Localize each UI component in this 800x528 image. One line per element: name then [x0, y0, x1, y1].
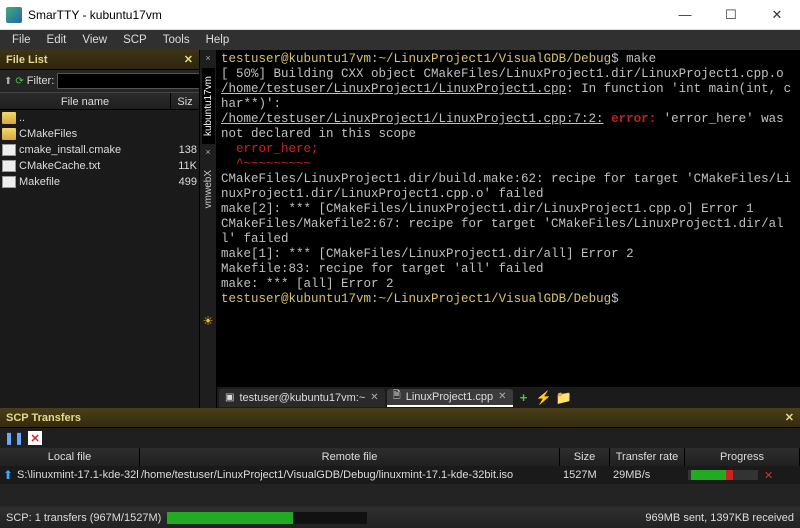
file-list-title: File List [6, 54, 48, 66]
tab-testuser-kubuntu17vm--[interactable]: ▣ testuser@kubuntu17vm:~ ✕ [219, 389, 385, 407]
cancel-transfer-icon[interactable]: ✕ [764, 469, 773, 482]
file-row[interactable]: cmake_install.cmake138 [0, 142, 199, 158]
local-file: S:\linuxmint-17.1-kde-32bit.iso [14, 469, 138, 481]
file-size: 1527M [560, 469, 610, 481]
file-size: 499 [171, 176, 199, 188]
vtab-close-icon[interactable]: × [205, 147, 210, 157]
window-title: SmarTTY - kubuntu17vm [28, 8, 662, 22]
close-button[interactable]: ✕ [754, 0, 800, 30]
vertical-tab-strip: × kubuntu17vm × vmwebX ☀ [199, 50, 217, 408]
menu-scp[interactable]: SCP [115, 34, 155, 46]
close-scp-icon[interactable]: ✕ [785, 411, 794, 424]
vtab-kubuntu17vm[interactable]: kubuntu17vm [202, 68, 215, 144]
file-name: CMakeFiles [19, 128, 171, 140]
tab-label: testuser@kubuntu17vm:~ [239, 392, 365, 404]
up-folder-icon[interactable]: ⬆ [4, 73, 12, 89]
upload-icon: ⬆ [0, 468, 14, 482]
scp-columns: Local file Remote file Size Transfer rat… [0, 448, 800, 466]
progress-bar [688, 470, 758, 480]
tab-linuxproject1-cpp[interactable]: 🗎 LinuxProject1.cpp ✕ [387, 389, 513, 407]
col-size[interactable]: Siz [171, 93, 199, 109]
file-list-header: File List ✕ [0, 50, 199, 70]
status-progress-bar [167, 512, 367, 524]
col-rate[interactable]: Transfer rate [610, 448, 685, 466]
file-row[interactable]: CMakeFiles [0, 126, 199, 142]
tab-close-icon[interactable]: ✕ [498, 391, 506, 402]
status-bar: SCP: 1 transfers (967M/1527M) 969MB sent… [0, 507, 800, 528]
minimize-button[interactable]: — [662, 0, 708, 30]
terminal-panel: testuser@kubuntu17vm:~/LinuxProject1/Vis… [217, 50, 800, 408]
close-panel-icon[interactable]: ✕ [184, 53, 193, 66]
vtab-vmwebX[interactable]: vmwebX [202, 162, 215, 216]
sun-icon[interactable]: ☀ [203, 314, 214, 328]
vtab-close-icon[interactable]: × [205, 53, 210, 63]
filter-row: ⬆ ⟳ Filter: [0, 70, 199, 92]
progress-cell: ✕ [685, 469, 800, 482]
file-size: 138 [171, 144, 199, 156]
col-remote[interactable]: Remote file [140, 448, 560, 466]
status-right: 969MB sent, 1397KB received [645, 512, 794, 524]
file-row[interactable]: CMakeCache.txt11K [0, 158, 199, 174]
maximize-button[interactable]: ☐ [708, 0, 754, 30]
stop-icon[interactable]: ✕ [28, 431, 42, 445]
scp-title: SCP Transfers [6, 412, 81, 424]
window-titlebar: SmarTTY - kubuntu17vm — ☐ ✕ [0, 0, 800, 30]
file-icon [2, 144, 16, 156]
scp-controls: ❚❚ ✕ [0, 428, 800, 448]
status-left: SCP: 1 transfers (967M/1527M) [6, 512, 161, 524]
bottom-tab-bar: ▣ testuser@kubuntu17vm:~ ✕ 🗎 LinuxProject1.c… [217, 386, 800, 408]
app-icon [6, 7, 22, 23]
term-icon: ▣ [225, 392, 234, 403]
new-tab-icon[interactable]: + [515, 389, 533, 407]
file-columns: File name Siz [0, 92, 199, 110]
col-progress[interactable]: Progress [685, 448, 800, 466]
scp-transfers-panel: SCP Transfers ✕ ❚❚ ✕ Local file Remote f… [0, 408, 800, 507]
folder-icon [2, 112, 16, 124]
menu-file[interactable]: File [4, 34, 39, 46]
tab-label: LinuxProject1.cpp [406, 391, 493, 403]
file-row[interactable]: .. [0, 110, 199, 126]
menu-help[interactable]: Help [198, 34, 238, 46]
col-size[interactable]: Size [560, 448, 610, 466]
tab-close-icon[interactable]: ✕ [370, 392, 378, 403]
menu-tools[interactable]: Tools [155, 34, 198, 46]
file-name: CMakeCache.txt [19, 160, 171, 172]
transfer-rate: 29MB/s [610, 469, 685, 481]
filter-label: Filter: [27, 75, 55, 87]
file-name: Makefile [19, 176, 171, 188]
file-name: cmake_install.cmake [19, 144, 171, 156]
filter-input[interactable] [57, 73, 207, 89]
file-size: 11K [171, 160, 199, 172]
remote-file: /home/testuser/LinuxProject1/VisualGDB/D… [138, 469, 560, 481]
run-icon[interactable]: ⚡ [535, 389, 553, 407]
terminal-output[interactable]: testuser@kubuntu17vm:~/LinuxProject1/Vis… [217, 50, 800, 386]
file-name: .. [19, 112, 171, 124]
file-list-panel: File List ✕ ⬆ ⟳ Filter: File name Siz ..… [0, 50, 199, 408]
scp-header: SCP Transfers ✕ [0, 408, 800, 428]
file-row[interactable]: Makefile499 [0, 174, 199, 190]
file-icon [2, 160, 16, 172]
menu-edit[interactable]: Edit [39, 34, 75, 46]
folder-icon [2, 128, 16, 140]
menu-view[interactable]: View [74, 34, 115, 46]
col-name[interactable]: File name [0, 93, 171, 109]
col-local[interactable]: Local file [0, 448, 140, 466]
refresh-icon[interactable]: ⟳ [15, 73, 23, 89]
open-folder-icon[interactable]: 📁 [555, 389, 573, 407]
file-list: ..CMakeFilescmake_install.cmake138CMakeC… [0, 110, 199, 408]
menu-bar: FileEditViewSCPToolsHelp [0, 30, 800, 50]
file-icon: 🗎 [393, 388, 401, 405]
file-icon [2, 176, 16, 188]
transfer-row[interactable]: ⬆ S:\linuxmint-17.1-kde-32bit.iso /home/… [0, 466, 800, 484]
pause-icon[interactable]: ❚❚ [4, 431, 24, 445]
